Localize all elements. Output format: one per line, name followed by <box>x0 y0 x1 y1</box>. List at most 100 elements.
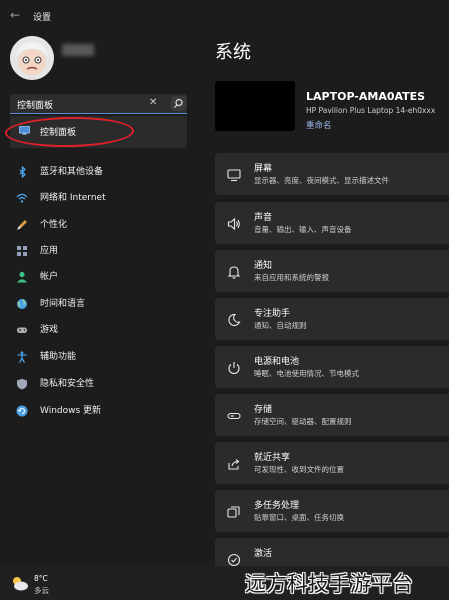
wifi-icon <box>16 193 28 203</box>
card-subtitle: 贴靠窗口、桌面、任务切换 <box>254 513 344 522</box>
sidebar-item[interactable]: 辅助功能 <box>10 342 187 367</box>
device-model: HP Pavilion Plus Laptop 14-eh0xxx <box>306 106 436 115</box>
app-title: 设置 <box>33 13 52 23</box>
sidebar-item-label: 应用 <box>40 246 59 256</box>
moon-icon <box>228 313 241 326</box>
card-icon <box>227 216 241 231</box>
power-icon <box>228 362 240 375</box>
clear-icon[interactable]: ✕ <box>149 97 157 108</box>
sidebar-item-label: 游戏 <box>40 325 59 335</box>
title-bar: ← 设置 <box>0 0 449 32</box>
card-title: 电源和电池 <box>254 357 300 367</box>
card-icon <box>227 312 241 326</box>
sidebar-item-icon <box>16 189 28 203</box>
sidebar-item[interactable]: 帐户 <box>10 262 187 287</box>
bluetooth-icon <box>19 165 26 179</box>
sidebar-item-icon <box>16 402 28 417</box>
account-icon <box>17 271 27 283</box>
search-box[interactable]: 控制面板 ✕ <box>10 94 187 114</box>
card-icon <box>227 167 241 182</box>
globe-icon <box>17 299 27 309</box>
card-title: 存储 <box>254 405 273 415</box>
card-icon <box>227 360 241 375</box>
card-icon <box>227 552 241 567</box>
sidebar-item-icon <box>16 268 28 283</box>
display-icon <box>227 169 241 182</box>
update-icon <box>16 405 28 417</box>
card-subtitle: 存储空间、驱动器、配置规则 <box>254 417 352 426</box>
sidebar-item-label: 时间和语言 <box>40 299 86 309</box>
sidebar-item[interactable]: 蓝牙和其他设备 <box>10 157 187 182</box>
username-redacted <box>62 44 94 56</box>
card-icon <box>227 504 241 518</box>
settings-card[interactable]: 专注助手通知、自动规则 <box>215 298 449 340</box>
sidebar-item[interactable]: Windows 更新 <box>10 396 187 421</box>
sidebar-item-icon <box>16 216 28 230</box>
sidebar-item-label: 蓝牙和其他设备 <box>40 167 104 177</box>
search-button[interactable] <box>171 96 186 111</box>
search-input[interactable]: 控制面板 <box>17 98 53 111</box>
gamepad-icon <box>17 327 27 333</box>
card-subtitle: 睡眠、电池使用情况、节电模式 <box>254 369 359 378</box>
sidebar-item[interactable]: 应用 <box>10 236 187 261</box>
sidebar-item-label: 隐私和安全性 <box>40 379 95 389</box>
sidebar-item-icon <box>16 348 28 363</box>
settings-card[interactable]: 多任务处理贴靠窗口、桌面、任务切换 <box>215 490 449 532</box>
apps-icon <box>17 246 27 256</box>
settings-card[interactable]: 就近共享 可发现性、收到文件的位置 <box>215 442 449 484</box>
card-title: 通知 <box>254 261 273 271</box>
sidebar-item-icon <box>16 295 28 309</box>
share-icon <box>228 459 240 470</box>
rename-link[interactable]: 重命名 <box>306 119 332 131</box>
settings-card[interactable]: 电源和电池睡眠、电池使用情况、节电模式 <box>215 346 449 388</box>
sidebar-item[interactable]: 时间和语言 <box>10 289 187 314</box>
accessibility-icon <box>17 351 27 363</box>
device-image <box>215 81 295 131</box>
avatar[interactable] <box>10 36 54 80</box>
settings-card[interactable]: 存储存储空间、驱动器、配置规则 <box>215 394 449 436</box>
storage-icon <box>227 412 241 420</box>
back-arrow-icon[interactable]: ← <box>10 8 20 22</box>
settings-card[interactable]: 通知来自应用和系统的警报 <box>215 250 449 292</box>
sidebar-item-label: 个性化 <box>40 220 68 230</box>
search-icon <box>174 98 183 108</box>
weather-condition: 多云 <box>34 586 49 595</box>
card-subtitle: 来自应用和系统的警报 <box>254 273 329 282</box>
card-title: 多任务处理 <box>254 501 300 511</box>
sidebar-item-icon <box>16 375 28 390</box>
sidebar-item[interactable]: 隐私和安全性 <box>10 369 187 394</box>
settings-card[interactable]: 屏幕显示器、亮度、夜间模式、显示描述文件 <box>215 153 449 195</box>
page-title: 系统 <box>215 42 251 63</box>
sidebar-item-icon <box>16 242 28 256</box>
sidebar-item-label: Windows 更新 <box>40 406 102 416</box>
card-title: 专注助手 <box>254 309 291 319</box>
card-title: 激活 <box>254 549 273 559</box>
watermark: 远方科技手游平台 <box>245 572 413 596</box>
sidebar-item-label: 网络和 Internet <box>40 193 106 203</box>
card-title: 屏幕 <box>254 164 273 174</box>
card-title: 就近共享 <box>254 453 291 463</box>
card-icon <box>227 456 241 470</box>
sidebar-item-icon <box>16 163 28 179</box>
card-subtitle: 通知、自动规则 <box>254 321 307 330</box>
sidebar-item[interactable]: 游戏 <box>10 315 187 340</box>
card-icon <box>227 408 241 422</box>
shield-icon <box>17 378 27 390</box>
temperature: 8°C <box>34 574 48 583</box>
device-name: LAPTOP-AMA0ATES <box>306 90 426 103</box>
card-subtitle: 显示器、亮度、夜间模式、显示描述文件 <box>254 176 389 185</box>
cloud-icon[interactable] <box>10 574 30 592</box>
speaker-icon <box>227 217 240 231</box>
sidebar-item-label: 辅助功能 <box>40 352 77 362</box>
card-subtitle: 音量、输出、输入、声音设备 <box>254 225 352 234</box>
card-title: 声音 <box>254 213 273 223</box>
activation-icon <box>227 553 241 567</box>
sidebar-item-icon <box>16 321 28 333</box>
sidebar-item-label: 帐户 <box>40 272 59 282</box>
brush-icon <box>17 220 27 230</box>
settings-card[interactable]: 声音音量、输出、输入、声音设备 <box>215 202 449 244</box>
multitask-icon <box>227 506 240 518</box>
sidebar-item[interactable]: 个性化 <box>10 210 187 235</box>
card-icon <box>227 264 241 279</box>
sidebar-item[interactable]: 网络和 Internet <box>10 183 187 208</box>
